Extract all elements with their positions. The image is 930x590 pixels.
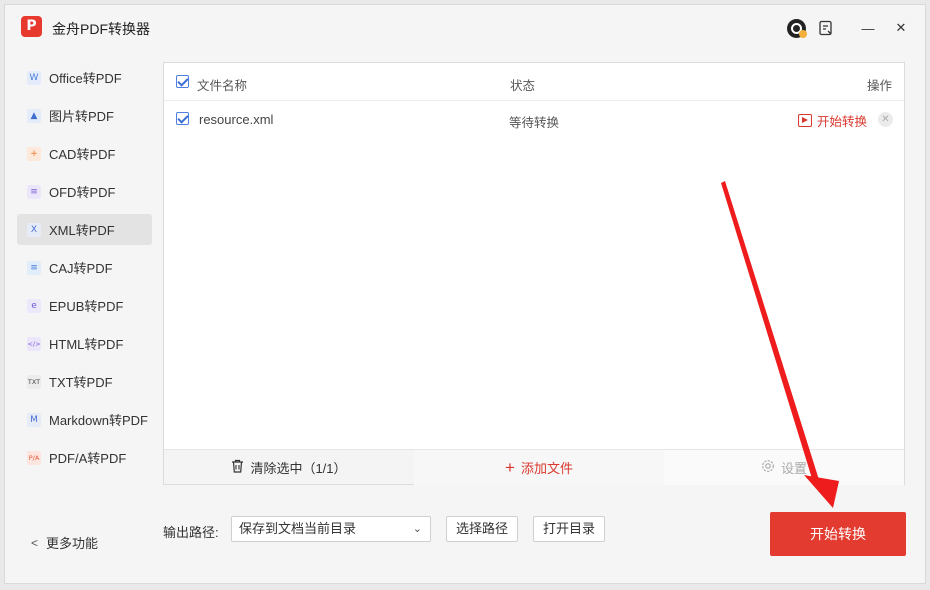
add-file-button[interactable]: + 添加文件 <box>414 450 664 485</box>
remove-file-button[interactable]: ✕ <box>878 112 893 127</box>
format-icon: + <box>27 146 41 161</box>
open-directory-button[interactable]: 打开目录 <box>533 516 605 542</box>
sidebar-item-label: CAD转PDF <box>49 147 116 162</box>
clear-selected-button[interactable]: 清除选中（1/1） <box>164 450 414 485</box>
sidebar-item[interactable]: e EPUB转PDF <box>17 290 152 321</box>
sidebar-item-label: 图片转PDF <box>49 109 115 124</box>
sidebar-item-label: EPUB转PDF <box>49 299 124 314</box>
sidebar-item-label: OFD转PDF <box>49 185 116 200</box>
sidebar-item[interactable]: X XML转PDF <box>17 214 152 245</box>
format-icon: ≡ <box>27 184 41 199</box>
trash-icon <box>231 459 244 476</box>
column-header-status: 状态 <box>510 79 536 93</box>
minimize-button[interactable]: — <box>857 17 879 39</box>
table-row[interactable]: resource.xml 等待转换 开始转换 ✕ <box>164 101 904 137</box>
app-title: 金舟PDF转换器 <box>52 21 150 37</box>
file-status: 等待转换 <box>509 116 560 130</box>
sidebar-item[interactable]: ≡ OFD转PDF <box>17 176 152 207</box>
sidebar-item[interactable]: + CAD转PDF <box>17 138 152 169</box>
sidebar-item-label: HTML转PDF <box>49 337 124 352</box>
sidebar-item[interactable]: ≡ CAJ转PDF <box>17 252 152 283</box>
choose-path-button[interactable]: 选择路径 <box>446 516 518 542</box>
column-header-name: 文件名称 <box>197 79 248 93</box>
output-path-value: 保存到文档当前目录 <box>239 521 357 536</box>
output-path-select[interactable]: 保存到文档当前目录 ⌄ <box>231 516 431 542</box>
format-icon: </> <box>27 336 41 351</box>
format-icon: M <box>27 412 41 427</box>
column-header-operation: 操作 <box>867 79 893 93</box>
file-list-footer: 清除选中（1/1） + 添加文件 设置 <box>164 449 904 485</box>
file-list-header: 文件名称 状态 操作 <box>164 63 904 101</box>
more-features-label: 更多功能 <box>46 536 99 551</box>
format-icon: P/A <box>27 450 41 465</box>
sidebar-item-label: CAJ转PDF <box>49 261 113 276</box>
format-icon: TXT <box>27 374 41 389</box>
close-button[interactable]: ✕ <box>890 17 912 39</box>
row-checkbox[interactable] <box>176 112 189 125</box>
format-icon: W <box>27 70 41 85</box>
settings-button[interactable]: 设置 <box>664 450 904 485</box>
sidebar-item[interactable]: </> HTML转PDF <box>17 328 152 359</box>
title-bar: P 金舟PDF转换器 — ✕ <box>5 5 925 51</box>
sidebar-item[interactable]: P/A PDF/A转PDF <box>17 442 152 473</box>
play-icon <box>798 114 812 127</box>
clear-selected-label: 清除选中（1/1） <box>250 461 347 476</box>
settings-label: 设置 <box>780 461 807 476</box>
sidebar-item-label: XML转PDF <box>49 223 115 238</box>
chevron-left-icon: < <box>31 535 39 550</box>
row-start-convert-button[interactable]: 开始转换 <box>798 111 867 130</box>
sidebar-item[interactable]: ▲ 图片转PDF <box>17 100 152 131</box>
chevron-down-icon: ⌄ <box>412 523 422 535</box>
feedback-icon[interactable] <box>815 17 837 39</box>
file-name: resource.xml <box>199 112 274 127</box>
close-icon: ✕ <box>895 20 907 35</box>
sidebar-item-label: Office转PDF <box>49 71 122 86</box>
format-icon: ▲ <box>27 108 41 123</box>
select-all-checkbox[interactable] <box>176 75 189 88</box>
sidebar: W Office转PDF ▲ 图片转PDF + CAD转PDF ≡ OFD转PDF X XML转P… <box>17 62 152 480</box>
plus-icon: + <box>505 457 515 477</box>
output-path-label: 输出路径: <box>163 525 219 540</box>
format-icon: ≡ <box>27 260 41 275</box>
sidebar-item[interactable]: TXT TXT转PDF <box>17 366 152 397</box>
user-avatar-icon[interactable] <box>785 17 807 39</box>
more-features-link[interactable]: < 更多功能 <box>31 533 98 552</box>
start-convert-button[interactable]: 开始转换 <box>770 512 906 556</box>
sidebar-item-label: Markdown转PDF <box>49 413 148 428</box>
minimize-icon: — <box>861 20 875 36</box>
format-icon: e <box>27 298 41 313</box>
sidebar-item[interactable]: W Office转PDF <box>17 62 152 93</box>
app-logo-icon: P <box>21 16 42 37</box>
sidebar-item[interactable]: M Markdown转PDF <box>17 404 152 435</box>
sidebar-item-label: PDF/A转PDF <box>49 451 127 466</box>
gear-icon <box>761 459 775 476</box>
format-icon: X <box>27 222 41 237</box>
sidebar-item-label: TXT转PDF <box>49 375 113 390</box>
file-list-panel: 文件名称 状态 操作 resource.xml 等待转换 开始转换 ✕ 清除选中… <box>163 62 905 485</box>
row-start-convert-label: 开始转换 <box>817 115 868 129</box>
add-file-label: 添加文件 <box>520 461 573 476</box>
app-window: P 金舟PDF转换器 — ✕ W Office转PDF ▲ 图片转PDF + CAD转PD… <box>4 4 926 584</box>
